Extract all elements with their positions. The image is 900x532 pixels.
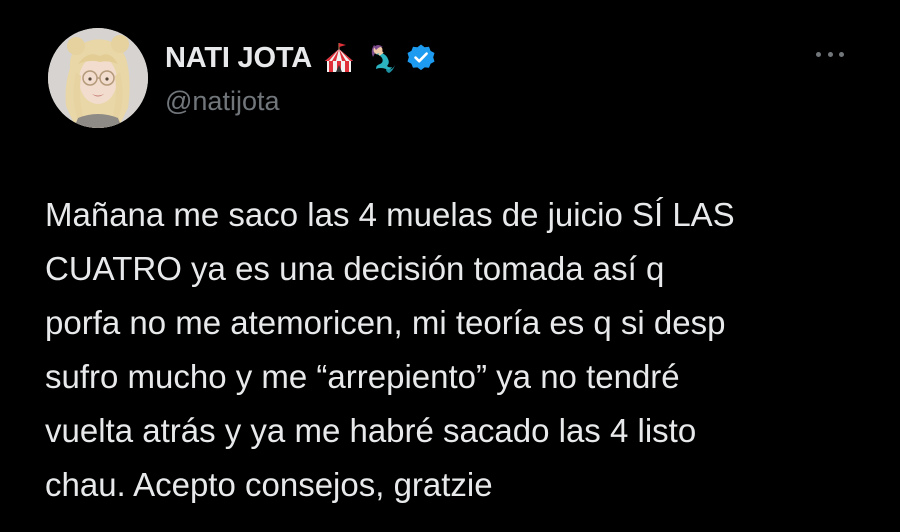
more-dot: [816, 51, 821, 57]
avatar-image: [48, 28, 148, 128]
display-name[interactable]: NATI JOTA: [165, 42, 312, 75]
mermaid-icon: [364, 41, 398, 75]
user-handle[interactable]: @natijota: [165, 86, 436, 117]
name-row: NATI JOTA: [165, 40, 436, 76]
more-dot: [827, 51, 833, 57]
tweet-card: NATI JOTA @natijota Mañana me saco las 4…: [0, 0, 900, 532]
tweet-text: Mañana me saco las 4 muelas de juicio SÍ…: [45, 196, 735, 503]
tweet-header: NATI JOTA @natijota: [165, 40, 436, 117]
more-dot: [839, 51, 844, 57]
verified-badge-icon[interactable]: [406, 43, 436, 73]
more-options-icon[interactable]: [816, 44, 844, 64]
circus-tent-icon: [322, 41, 356, 75]
avatar[interactable]: [48, 28, 148, 128]
